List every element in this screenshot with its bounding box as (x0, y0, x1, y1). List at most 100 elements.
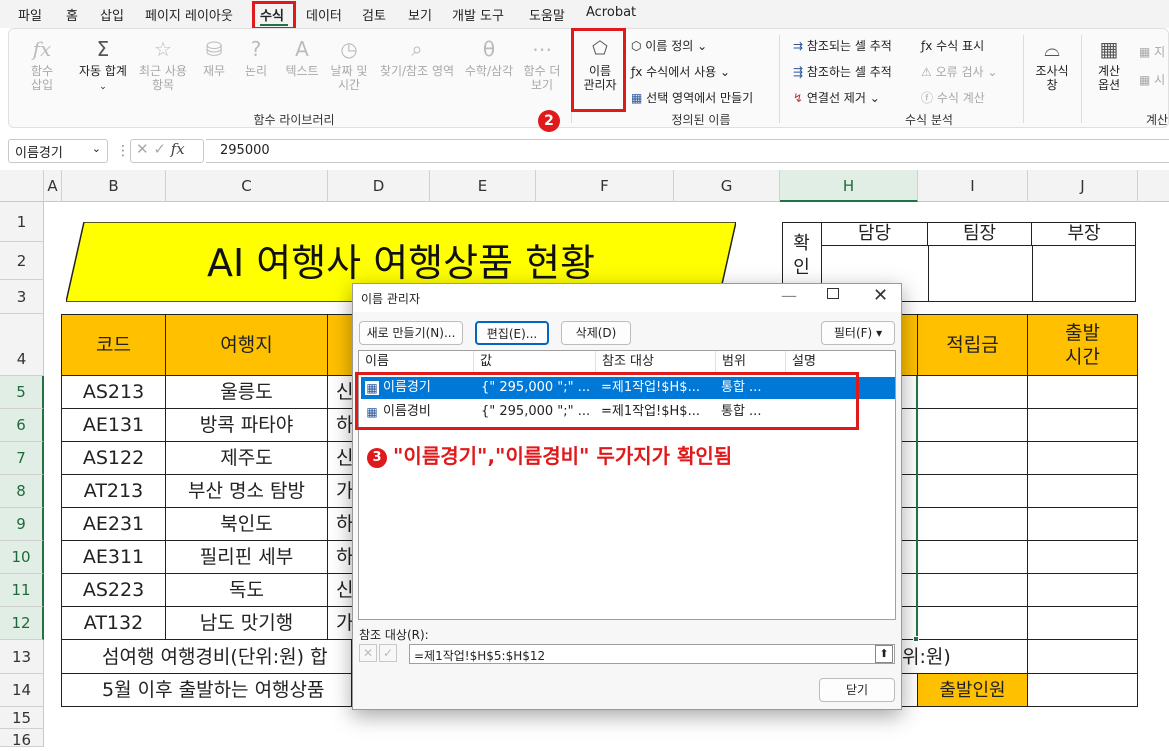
col-header-a[interactable]: A (44, 170, 62, 202)
destination-cell[interactable]: 남도 맛기행 (166, 607, 328, 640)
row-header-3[interactable]: 3 (0, 280, 44, 314)
menu-file[interactable]: 파일 (18, 5, 42, 24)
new-name-button[interactable]: 새로 만들기(N)... (359, 321, 463, 345)
collapse-dialog-icon[interactable]: ⬆ (875, 645, 893, 663)
departure-cell[interactable] (1028, 508, 1138, 541)
col-header-f[interactable]: F (536, 170, 674, 202)
summary-row-13-value[interactable] (1028, 640, 1138, 674)
col-header-j[interactable]: J (1028, 170, 1138, 202)
trace-precedents-button[interactable]: ⇉ 참조되는 셀 추적 (793, 37, 892, 54)
code-cell[interactable]: AE231 (62, 508, 166, 541)
header-departure-time[interactable]: 출발 시간 (1028, 315, 1138, 376)
financial-button[interactable]: ⛁ 재무 (197, 37, 231, 78)
edit-name-button[interactable]: 편집(E)... (475, 321, 549, 345)
trace-dependents-button[interactable]: ⇶ 참조하는 셀 추적 (793, 63, 892, 80)
create-from-selection-button[interactable]: ▦ 선택 영역에서 만들기 (631, 89, 753, 106)
minimize-icon[interactable]: — (781, 286, 797, 305)
insert-function-icon[interactable]: fx (171, 140, 185, 158)
row-header-5[interactable]: 5 (0, 376, 44, 409)
col-header-h[interactable]: H (780, 170, 918, 202)
summary-row-14-partial[interactable] (900, 674, 918, 707)
departure-cell[interactable] (1028, 541, 1138, 574)
list-header-refers[interactable]: 참조 대상 (596, 351, 716, 373)
destination-cell[interactable]: 독도 (166, 574, 328, 607)
more-options-icon[interactable]: ⋮ (116, 143, 130, 159)
departure-cell[interactable] (1028, 574, 1138, 607)
cancel-ref-icon[interactable]: ✕ (359, 644, 377, 662)
math-button[interactable]: θ 수학/삼각 (461, 37, 517, 78)
col-header-d[interactable]: D (328, 170, 430, 202)
maximize-icon[interactable] (827, 288, 839, 299)
row-header-14[interactable]: 14 (0, 674, 44, 707)
destination-cell[interactable]: 울릉도 (166, 376, 328, 409)
list-header-name[interactable]: 이름 (359, 351, 474, 373)
destination-cell[interactable]: 방콕 파타야 (166, 409, 328, 442)
list-header-value[interactable]: 값 (474, 351, 596, 373)
row-header-4[interactable]: 4 (0, 314, 44, 376)
list-header-scope[interactable]: 범위 (716, 351, 786, 373)
close-button[interactable]: 닫기 (819, 678, 895, 702)
row-header-13[interactable]: 13 (0, 640, 44, 674)
departure-cell[interactable] (1028, 607, 1138, 640)
depart-count-value[interactable] (1028, 674, 1138, 707)
reserve-cell[interactable] (918, 475, 1028, 508)
menu-developer[interactable]: 개발 도구 (452, 5, 504, 24)
reserve-cell[interactable] (918, 574, 1028, 607)
reserve-cell[interactable] (918, 409, 1028, 442)
recent-button[interactable]: ☆ 최근 사용 항목 (137, 37, 189, 92)
menu-review[interactable]: 검토 (362, 5, 386, 24)
formula-input[interactable]: 295000 (206, 139, 1169, 163)
select-all-corner[interactable] (0, 170, 44, 202)
row-header-1[interactable]: 1 (0, 202, 44, 242)
cancel-icon[interactable]: ✕ (136, 140, 149, 158)
refers-to-input[interactable]: =제1작업!$H$5:$H$12 (409, 644, 895, 664)
summary-row-13[interactable]: 섬여행 여행경비(단위:원) 합 (62, 640, 352, 674)
text-button[interactable]: A 텍스트 (279, 37, 325, 78)
menu-home[interactable]: 홈 (66, 5, 78, 24)
header-reserve[interactable]: 적립금 (918, 315, 1028, 376)
define-name-button[interactable]: ⬡ 이름 정의 ⌄ (631, 37, 707, 54)
col-header-g[interactable]: G (674, 170, 780, 202)
insert-function-button[interactable]: fx 함수 삽입 (23, 37, 61, 92)
reserve-cell[interactable] (918, 442, 1028, 475)
row-header-15[interactable]: 15 (0, 707, 44, 729)
error-checking-button[interactable]: ⚠ 오류 검사 ⌄ (921, 63, 997, 80)
header-partial[interactable] (900, 315, 918, 376)
departure-cell[interactable] (1028, 409, 1138, 442)
more-functions-button[interactable]: ⋯ 함수 더 보기 (519, 37, 565, 92)
row-header-10[interactable]: 10 (0, 541, 44, 574)
code-cell[interactable]: AE311 (62, 541, 166, 574)
reserve-cell[interactable] (918, 376, 1028, 409)
delete-name-button[interactable]: 삭제(D) (561, 321, 631, 345)
menu-page-layout[interactable]: 페이지 레이아웃 (145, 5, 233, 24)
row-header-8[interactable]: 8 (0, 475, 44, 508)
row-header-11[interactable]: 11 (0, 574, 44, 607)
header-destination[interactable]: 여행지 (166, 315, 328, 376)
col-header-b[interactable]: B (62, 170, 166, 202)
menu-help[interactable]: 도움말 (529, 5, 565, 24)
list-header-comment[interactable]: 설명 (786, 351, 896, 373)
calc-options-button[interactable]: ▦ 계산 옵션 (1085, 37, 1133, 92)
destination-cell[interactable]: 부산 명소 탐방 (166, 475, 328, 508)
show-formulas-button[interactable]: ƒx 수식 표시 (921, 37, 984, 54)
row-header-16[interactable]: 16 (0, 729, 44, 749)
reserve-cell[interactable] (918, 607, 1028, 640)
summary-row-13-right[interactable]: 위:원) (900, 640, 1028, 674)
menu-view[interactable]: 보기 (408, 5, 432, 24)
evaluate-formula-button[interactable]: ⓕ 수식 계산 (921, 89, 985, 106)
logical-button[interactable]: ? 논리 (239, 37, 273, 78)
destination-cell[interactable]: 필리핀 세부 (166, 541, 328, 574)
departure-cell[interactable] (1028, 442, 1138, 475)
code-cell[interactable]: AS223 (62, 574, 166, 607)
filter-button[interactable]: 필터(F) ▾ (821, 321, 895, 345)
code-cell[interactable]: AS122 (62, 442, 166, 475)
col-header-i[interactable]: I (918, 170, 1028, 202)
enter-icon[interactable]: ✓ (153, 140, 166, 158)
col-header-c[interactable]: C (166, 170, 328, 202)
code-cell[interactable]: AT132 (62, 607, 166, 640)
menu-acrobat[interactable]: Acrobat (586, 5, 636, 20)
remove-arrows-button[interactable]: ↯ 연결선 제거 ⌄ (793, 89, 880, 106)
chevron-down-icon[interactable]: ⌄ (92, 142, 101, 155)
confirm-ref-icon[interactable]: ✓ (379, 644, 397, 662)
calc-sheet-button[interactable]: ▦ 시 (1139, 71, 1165, 88)
